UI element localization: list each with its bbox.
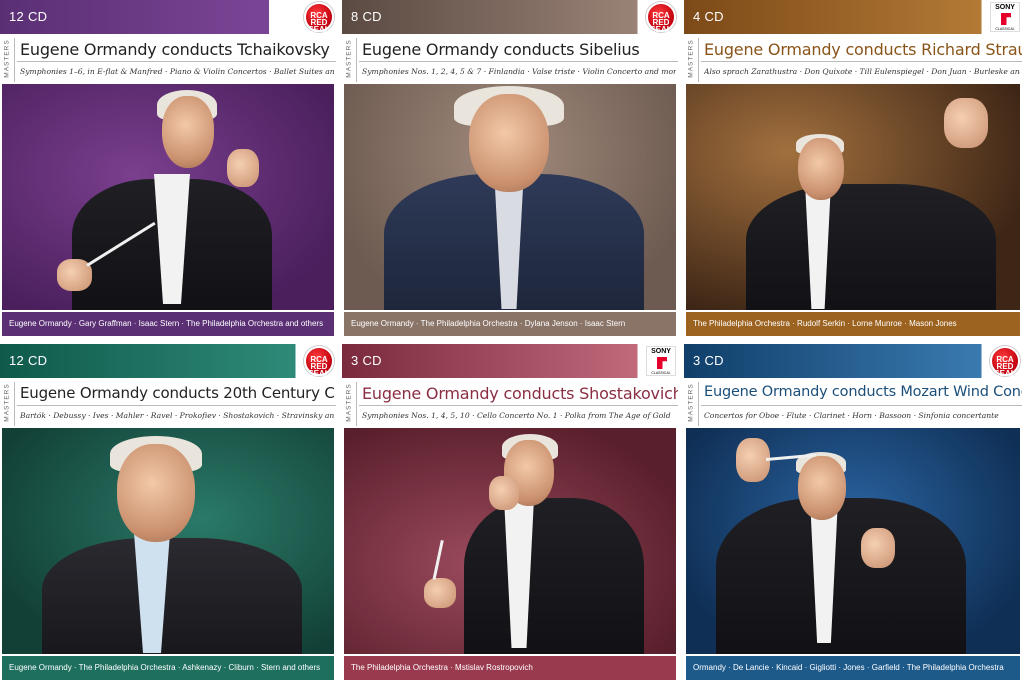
cd-count-bar: 3 CD <box>342 344 678 378</box>
rca-red-seal-logo: RCA RED SEAL <box>304 346 334 378</box>
album-subtitle: Symphonies 1–6, in E-flat & Manfred · Pi… <box>20 67 334 76</box>
album-subtitle: Concertos for Oboe · Flute · Clarinet · … <box>704 411 999 420</box>
credits-bar: Ormandy · De Lancie · Kincaid · Gigliott… <box>686 656 1020 680</box>
album-cover-richard-strauss[interactable]: 4 CD SONY CLASSICAL MASTERS Eugene Ormand… <box>684 0 1022 340</box>
album-title: Eugene Ormandy conducts Tchaikovsky <box>20 40 330 59</box>
divider <box>17 405 336 406</box>
divider <box>14 382 15 426</box>
album-cover-mozart-wind-concertos[interactable]: 3 CD RCA RED SEAL MASTERS Eugene Ormandy c… <box>684 344 1022 684</box>
album-title: Eugene Ormandy conducts Sibelius <box>362 40 640 59</box>
series-label: MASTERS <box>345 39 353 78</box>
album-subtitle: Bartók · Debussy · Ives · Mahler · Ravel… <box>20 411 334 420</box>
album-subtitle: Symphonies Nos. 1, 2, 4, 5 & 7 · Finland… <box>362 67 676 76</box>
cd-count: 4 CD <box>693 9 724 24</box>
series-label: MASTERS <box>3 383 11 422</box>
divider <box>698 382 699 426</box>
album-cover-20th-century-classics[interactable]: 12 CD RCA RED SEAL MASTERS Eugene Ormandy … <box>0 344 336 684</box>
cd-count-bar: 12 CD <box>0 344 336 378</box>
album-cover-tchaikovsky[interactable]: 12 CD RCA RED SEAL MASTERS Eugene Ormandy … <box>0 0 336 340</box>
album-cover-shostakovich[interactable]: 3 CD SONY CLASSICAL MASTERS Eugene Ormand… <box>342 344 678 684</box>
cd-count: 3 CD <box>351 353 382 368</box>
album-title: Eugene Ormandy conducts Richard Strauss <box>704 40 1022 59</box>
cd-count: 8 CD <box>351 9 382 24</box>
album-subtitle: Symphonies Nos. 1, 4, 5, 10 · Cello Conc… <box>362 411 671 420</box>
album-title: Eugene Ormandy conducts Mozart Wind Conc… <box>704 384 1022 400</box>
credits: Ormandy · De Lancie · Kincaid · Gigliott… <box>693 663 1004 672</box>
credits: The Philadelphia Orchestra · Rudolf Serk… <box>693 319 957 328</box>
divider <box>359 405 678 406</box>
cd-count-bar: 8 CD <box>342 0 678 34</box>
cd-count: 12 CD <box>9 9 48 24</box>
divider <box>356 38 357 82</box>
credits: The Philadelphia Orchestra · Mstislav Ro… <box>351 663 533 672</box>
rca-red-seal-logo: RCA RED SEAL <box>304 2 334 34</box>
series-label: MASTERS <box>687 39 695 78</box>
credits-bar: The Philadelphia Orchestra · Rudolf Serk… <box>686 312 1020 336</box>
conductor-photo <box>686 428 1020 654</box>
cd-count-bar: 3 CD <box>684 344 1022 378</box>
series-label: MASTERS <box>345 383 353 422</box>
album-cover-sibelius[interactable]: 8 CD RCA RED SEAL MASTERS Eugene Ormandy c… <box>342 0 678 340</box>
series-label: MASTERS <box>3 39 11 78</box>
divider <box>698 38 699 82</box>
conductor-photo <box>344 428 676 654</box>
album-title: Eugene Ormandy conducts Shostakovich <box>362 384 678 403</box>
credits: Eugene Ormandy · Gary Graffman · Isaac S… <box>9 319 324 328</box>
divider <box>701 61 1022 62</box>
album-title: Eugene Ormandy conducts 20th Century Cla… <box>20 384 336 402</box>
sony-classical-logo: SONY CLASSICAL <box>646 346 676 376</box>
series-label: MASTERS <box>687 383 695 422</box>
divider <box>17 61 336 62</box>
divider <box>14 38 15 82</box>
album-subtitle: Also sprach Zarathustra · Don Quixote · … <box>704 67 1020 76</box>
conductor-photo <box>2 428 334 654</box>
cd-count: 3 CD <box>693 353 724 368</box>
credits: Eugene Ormandy · The Philadelphia Orches… <box>351 319 626 328</box>
divider <box>356 382 357 426</box>
credits-bar: The Philadelphia Orchestra · Mstislav Ro… <box>344 656 676 680</box>
credits: Eugene Ormandy · The Philadelphia Orches… <box>9 663 321 672</box>
conductor-photo <box>344 84 676 310</box>
cd-count-bar: 12 CD <box>0 0 336 34</box>
rca-red-seal-logo: RCA RED SEAL <box>990 346 1020 378</box>
rca-red-seal-logo: RCA RED SEAL <box>646 2 676 34</box>
credits-bar: Eugene Ormandy · The Philadelphia Orches… <box>2 656 334 680</box>
cd-count: 12 CD <box>9 353 48 368</box>
conductor-photo <box>2 84 334 310</box>
conductor-photo <box>686 84 1020 310</box>
credits-bar: Eugene Ormandy · Gary Graffman · Isaac S… <box>2 312 334 336</box>
divider <box>359 61 678 62</box>
divider <box>701 405 1022 406</box>
cd-count-bar: 4 CD <box>684 0 1022 34</box>
sony-classical-logo: SONY CLASSICAL <box>990 2 1020 32</box>
credits-bar: Eugene Ormandy · The Philadelphia Orches… <box>344 312 676 336</box>
